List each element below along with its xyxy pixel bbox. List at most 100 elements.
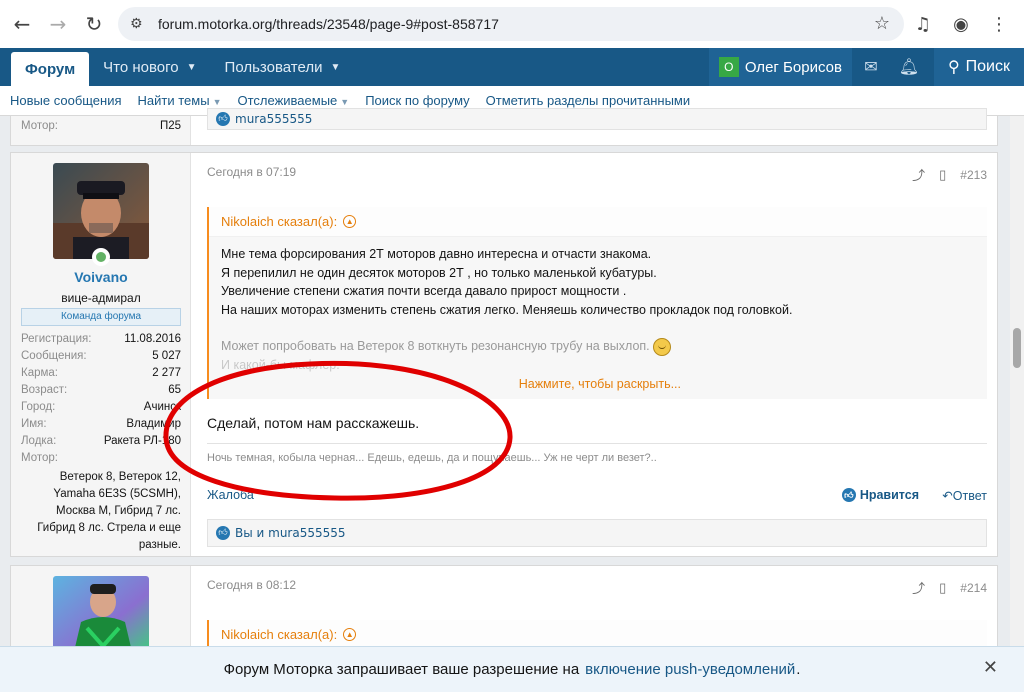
bookmark-icon[interactable]: ▯ xyxy=(939,167,946,183)
stat-motor-value: Ветерок 8, Ветерок 12, Yamaha 6E3S (5CSM… xyxy=(21,469,181,554)
stat-motor-line: разные. xyxy=(138,539,181,551)
avatar[interactable] xyxy=(53,576,149,656)
share-icon[interactable]: ⤴ xyxy=(912,578,925,597)
account-name: Олег Борисов xyxy=(744,58,842,76)
inbox-icon[interactable]: ✉ xyxy=(852,48,890,86)
tab-whats-new[interactable]: Что нового ▼ xyxy=(89,48,210,86)
quote-author[interactable]: Nikolaich сказал(а): xyxy=(221,627,337,642)
quote-line: Я перепилил не один десяток моторов 2Т ,… xyxy=(221,265,657,280)
stat-label: Имя: xyxy=(21,418,47,430)
tab-whats-new-label: Что нового xyxy=(103,58,179,76)
quote-line: На наших моторах изменить степень сжатия… xyxy=(221,302,793,317)
stat-label: Лодка: xyxy=(21,435,57,447)
subnav-mark-read[interactable]: Отметить разделы прочитанными xyxy=(486,93,690,108)
username[interactable]: Voivano xyxy=(11,269,191,285)
stat-row: Мотор: xyxy=(21,452,181,469)
reactions-bar[interactable]: 👍︎ Вы и mura555555 xyxy=(207,519,987,547)
account-link[interactable]: О Олег Борисов xyxy=(708,48,852,86)
site-info-icon[interactable]: ⚙ xyxy=(130,16,150,32)
expand-quote-link[interactable]: Нажмите, чтобы раскрыть... xyxy=(519,377,681,391)
smiley-icon xyxy=(653,337,672,356)
share-icon[interactable]: ⤴ xyxy=(912,165,925,184)
like-button[interactable]: 👍︎ Нравится xyxy=(841,488,919,502)
scrollbar-thumb[interactable] xyxy=(1013,328,1021,368)
reply-arrow-icon: ↶ xyxy=(942,489,953,503)
quote-line: Мне тема форсирования 2Т моторов давно и… xyxy=(221,247,652,261)
browser-toolbar: ← → ↻ ⚙ forum.motorka.org/threads/23548/… xyxy=(0,0,1024,48)
reply-button[interactable]: ↶Ответ xyxy=(942,488,987,503)
post-previous: Мотор: П25 👍︎ mura555555 xyxy=(10,108,998,146)
quote-header[interactable]: Nikolaich сказал(а): ▲ xyxy=(209,207,987,237)
quote-body: Мне тема форсирования 2Т моторов давно и… xyxy=(209,237,987,374)
search-icon: ⚲ xyxy=(947,59,960,76)
stat-row: Сообщения: 5 027 xyxy=(21,350,181,367)
site-navigation: Форум Что нового ▼ Пользователи ▼ О Олег… xyxy=(0,48,1024,86)
stat-row: Возраст: 65 xyxy=(21,384,181,401)
arrow-up-icon[interactable]: ▲ xyxy=(343,215,357,228)
subnav-find-threads-label: Найти темы xyxy=(137,93,210,108)
post-date[interactable]: Сегодня в 07:19 xyxy=(207,165,296,179)
stat-row: Регистрация: 11.08.2016 xyxy=(21,333,181,350)
stat-row: Карма: 2 277 xyxy=(21,367,181,384)
forward-arrow-icon[interactable]: → xyxy=(40,6,76,42)
scrollbar[interactable] xyxy=(1010,116,1024,646)
tab-users[interactable]: Пользователи ▼ xyxy=(211,48,355,86)
reactions-bar[interactable]: 👍︎ mura555555 xyxy=(207,108,987,130)
post-number[interactable]: #213 xyxy=(960,168,987,182)
user-stats: Регистрация: 11.08.2016 Сообщения: 5 027 К… xyxy=(21,333,181,554)
arrow-up-icon[interactable]: ▲ xyxy=(343,628,357,641)
reload-icon[interactable]: ↻ xyxy=(76,6,112,42)
back-arrow-icon[interactable]: ← xyxy=(4,6,40,42)
stat-motor-line: Ветерок 8, Ветерок 12, xyxy=(59,471,181,483)
bookmark-star-icon[interactable]: ☆ xyxy=(874,13,890,34)
subnav-new-posts[interactable]: Новые сообщения xyxy=(10,93,122,108)
stat-row: Город: Ачинск xyxy=(21,401,181,418)
bell-icon[interactable]: 🔔︎ xyxy=(890,48,928,86)
quote-line-faded: Может попробовать на Ветерок 8 воткнуть … xyxy=(221,337,975,356)
post-number[interactable]: #214 xyxy=(960,581,987,595)
subnav-watched-label: Отслеживаемые xyxy=(237,93,338,108)
user-title: вице-адмирал xyxy=(61,291,141,305)
close-icon[interactable]: ✕ xyxy=(983,657,998,678)
subnav-search-forum[interactable]: Поиск по форуму xyxy=(365,93,469,108)
thumbs-up-icon: 👍︎ xyxy=(841,488,856,502)
quote-author[interactable]: Nikolaich сказал(а): xyxy=(221,214,337,229)
reactions-list[interactable]: mura555555 xyxy=(235,112,312,126)
url-text[interactable]: forum.motorka.org/threads/23548/page-9#p… xyxy=(158,16,499,32)
search-button[interactable]: ⚲ Поиск xyxy=(933,48,1024,86)
post-date[interactable]: Сегодня в 08:12 xyxy=(207,578,296,592)
stat-label: Регистрация: xyxy=(21,333,92,345)
stat-value: 11.08.2016 xyxy=(124,333,181,345)
enable-push-link[interactable]: включение push-уведомлений xyxy=(585,661,795,678)
message-header: Сегодня в 08:12 ⤴ ▯ #214 xyxy=(207,578,987,596)
stat-row: Лодка: Ракета РЛ-180 xyxy=(21,435,181,452)
chevron-down-icon[interactable]: ▼ xyxy=(330,62,340,73)
subnav-watched[interactable]: Отслеживаемые ▼ xyxy=(237,93,349,108)
tab-users-label: Пользователи xyxy=(224,58,323,76)
chevron-down-icon[interactable]: ▼ xyxy=(213,97,222,107)
online-status-icon xyxy=(92,248,110,266)
tab-forum[interactable]: Форум xyxy=(11,52,90,86)
reply-label: Ответ xyxy=(952,489,987,503)
stat-label: Карма: xyxy=(21,367,58,379)
user-banner: Команда форума xyxy=(21,308,181,326)
subnav-find-threads[interactable]: Найти темы ▼ xyxy=(138,93,222,108)
stat-row: Имя: Владимир xyxy=(21,418,181,435)
bookmark-icon[interactable]: ▯ xyxy=(939,580,946,596)
quote-fade-text: Может попробовать на Ветерок 8 воткнуть … xyxy=(221,339,650,353)
profile-icon[interactable]: ◉ xyxy=(944,7,978,41)
annotation-ellipse xyxy=(163,360,513,501)
chevron-down-icon[interactable]: ▼ xyxy=(187,62,197,73)
avatar[interactable] xyxy=(53,163,149,259)
menu-kebab-icon[interactable]: ⋮ xyxy=(982,7,1016,41)
stat-motor-line: Москва М, Гибрид 7 лс. xyxy=(56,505,181,517)
stat-label: Город: xyxy=(21,401,56,413)
address-bar[interactable]: ⚙ forum.motorka.org/threads/23548/page-9… xyxy=(118,7,904,41)
search-label: Поиск xyxy=(965,58,1010,75)
media-control-icon[interactable]: ♫ xyxy=(906,7,940,41)
avatar: О xyxy=(718,57,739,77)
stat-label: Сообщения: xyxy=(21,350,87,362)
reactions-list[interactable]: Вы и mura555555 xyxy=(235,526,346,540)
notification-text: Форум Моторка запрашивает ваше разрешени… xyxy=(223,661,580,678)
chevron-down-icon[interactable]: ▼ xyxy=(340,97,349,107)
